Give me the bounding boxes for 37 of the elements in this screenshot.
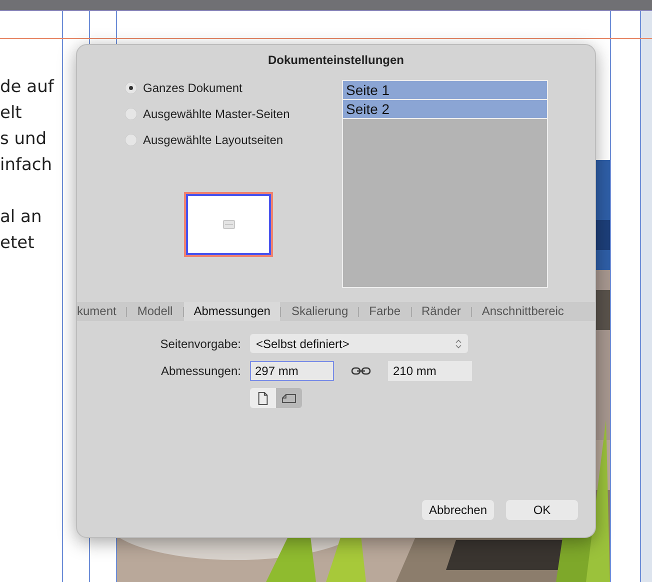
radio-label: Ausgewählte Master-Seiten: [143, 107, 290, 121]
radio-button[interactable]: [125, 134, 137, 146]
input-field[interactable]: 210 mm: [388, 361, 472, 381]
field-label: Seitenvorgabe:: [159, 336, 241, 350]
page-list[interactable]: Seite 1 Seite 2: [342, 80, 548, 288]
landscape-page-icon: [282, 392, 296, 404]
body-text: s und: [0, 128, 48, 151]
list-item[interactable]: Seite 2: [343, 100, 547, 119]
radio-label: Ausgewählte Layoutseiten: [143, 133, 284, 147]
body-text: infach: [0, 154, 54, 177]
updown-icon: [455, 338, 462, 348]
radio-button[interactable]: [125, 82, 137, 94]
field-label: Abmessungen:: [160, 364, 241, 378]
tab[interactable]: Abmessungen: [184, 302, 280, 321]
body-text: de auf: [0, 76, 54, 99]
image-icon: [222, 220, 234, 229]
preset-dropdown[interactable]: <Selbst definiert>: [250, 334, 468, 353]
input-field[interactable]: 297 mm: [250, 361, 334, 381]
tab[interactable]: Farbe: [359, 302, 410, 321]
dialog-button[interactable]: OK: [506, 500, 578, 520]
body-text: al an: [0, 206, 43, 229]
orientation-button[interactable]: [250, 388, 276, 408]
tab[interactable]: kument: [77, 302, 126, 321]
tab[interactable]: Skalierung: [281, 302, 358, 321]
list-item[interactable]: Seite 1: [343, 81, 547, 100]
dialog-title: Dokumenteinstellungen: [268, 52, 404, 68]
body-text: etet: [0, 232, 36, 255]
portrait-page-icon: [256, 392, 270, 404]
chain-link-icon[interactable]: [351, 367, 371, 375]
radio-button[interactable]: [125, 108, 137, 120]
orientation-button[interactable]: [276, 388, 302, 408]
radio-label: Ganzes Dokument: [143, 81, 242, 95]
dialog-button[interactable]: Abbrechen: [422, 500, 494, 520]
body-text: elt: [0, 102, 23, 125]
tab[interactable]: Anschnittbereic: [472, 302, 574, 321]
tab[interactable]: Ränder: [412, 302, 471, 321]
tab[interactable]: Modell: [127, 302, 183, 321]
